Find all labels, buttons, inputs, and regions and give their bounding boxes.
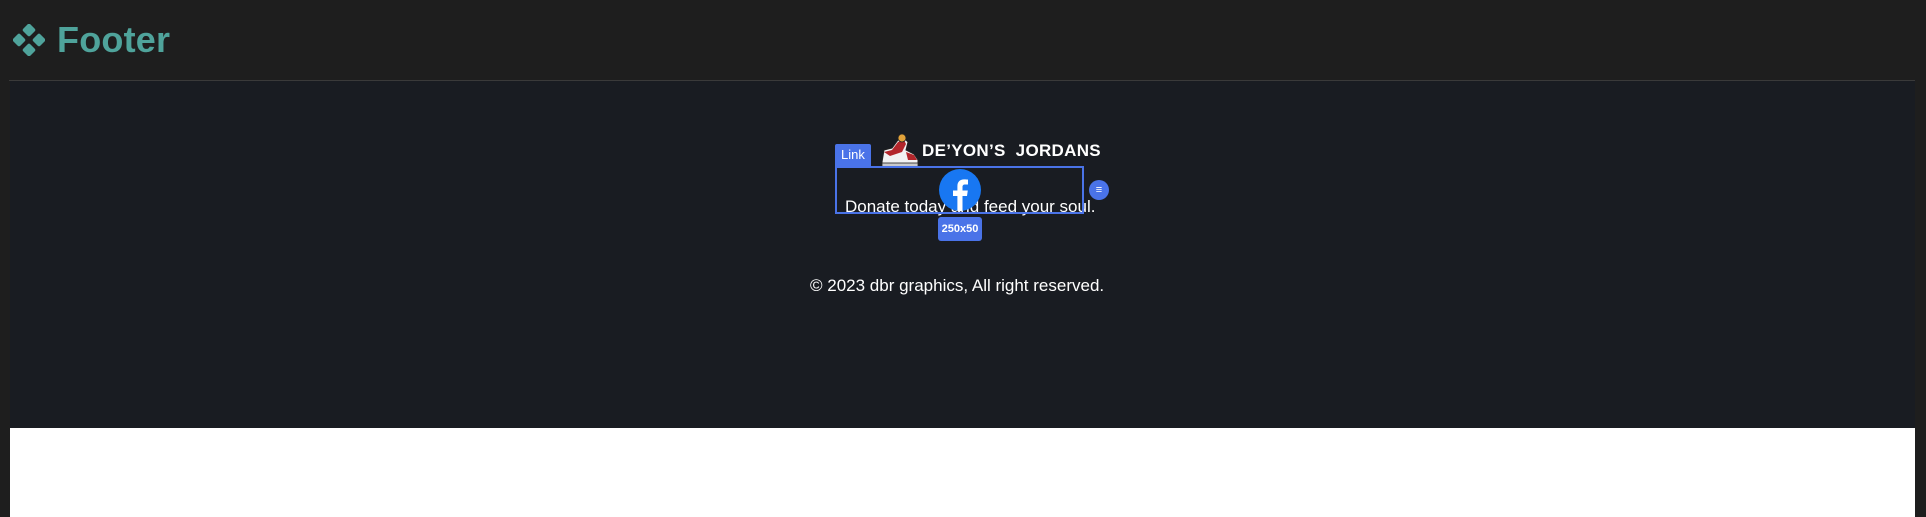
size-indicator-badge: 250x50	[938, 217, 982, 241]
facebook-icon[interactable]	[938, 169, 981, 211]
element-menu-handle[interactable]: ≡	[1089, 180, 1109, 200]
link-selection-label[interactable]: Link	[835, 144, 871, 166]
facebook-link[interactable]	[835, 166, 1084, 214]
page-header: Footer	[9, 0, 1915, 81]
component-icon	[13, 24, 45, 56]
brand-name: DE’YON’S JORDANS	[922, 141, 1101, 160]
brand-logo[interactable]: DE’YON’S JORDANS	[878, 131, 1101, 171]
canvas-below-footer	[10, 428, 1915, 517]
copyright-text: © 2023 dbr graphics, All right reserved.	[810, 276, 1105, 295]
sneaker-icon	[881, 133, 919, 168]
page-title: Footer	[57, 19, 171, 60]
footer-section[interactable]: DE’YON’S JORDANS Donate today and feed y…	[10, 81, 1915, 428]
